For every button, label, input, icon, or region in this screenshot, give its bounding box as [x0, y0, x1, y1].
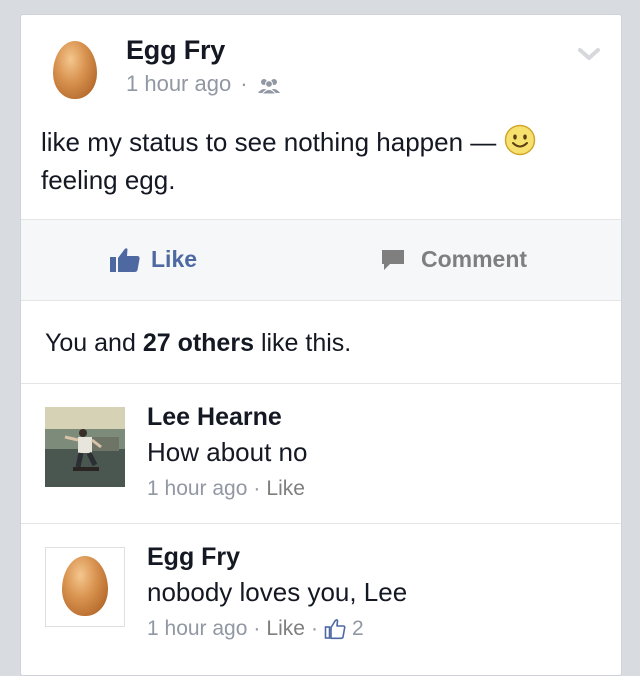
comment-timestamp[interactable]: 1 hour ago: [147, 617, 247, 641]
post-actions-bar: Like Comment: [21, 219, 621, 301]
likes-summary-suffix: like this.: [260, 329, 352, 357]
comment-button[interactable]: Comment: [381, 246, 527, 273]
feeling-text: feeling egg.: [41, 165, 176, 195]
thumbs-up-icon: [110, 247, 140, 272]
like-button[interactable]: Like: [109, 246, 197, 273]
comment-text: nobody loves you, Lee: [147, 577, 408, 607]
comment-bubble-icon: [382, 249, 404, 270]
post-author-name[interactable]: Egg Fry: [126, 35, 225, 66]
comment-author[interactable]: Egg Fry: [147, 543, 240, 572]
author-avatar[interactable]: [53, 41, 97, 99]
meta-separator: ·: [253, 477, 261, 500]
post-meta: 1 hour ago ·: [126, 71, 281, 97]
likes-summary[interactable]: You and 27 others like this.: [45, 329, 351, 358]
meta-separator: ·: [310, 617, 318, 640]
egg-avatar-image: [62, 556, 108, 616]
comment-item: Lee Hearne How about no 1 hour ago · Lik…: [21, 383, 621, 523]
comment-author[interactable]: Lee Hearne: [147, 403, 282, 432]
comment-likes-count[interactable]: 2: [324, 617, 364, 641]
comment-text: How about no: [147, 437, 308, 467]
likes-summary-prefix: You and: [45, 329, 136, 357]
comment-meta: 1 hour ago · Like: [147, 477, 305, 501]
comment-meta: 1 hour ago · Like · 2: [147, 617, 364, 641]
thumbs-up-outline-icon: [324, 619, 346, 640]
comment-timestamp[interactable]: 1 hour ago: [147, 477, 247, 501]
post-card: Egg Fry 1 hour ago · like my status to s…: [20, 14, 622, 676]
meta-separator: ·: [253, 617, 261, 640]
smiley-emoji-icon: [504, 124, 536, 156]
comment-item: Egg Fry nobody loves you, Lee 1 hour ago…: [21, 523, 621, 663]
comment-likes-number: 2: [351, 617, 364, 640]
skateboarder-photo: [45, 407, 125, 487]
post-header: Egg Fry 1 hour ago ·: [21, 15, 621, 115]
status-text: like my status to see nothing happen —: [41, 127, 497, 157]
like-button-label: Like: [151, 246, 198, 272]
commenter-avatar[interactable]: [45, 547, 125, 627]
post-status: like my status to see nothing happen — f…: [41, 123, 601, 199]
post-timestamp[interactable]: 1 hour ago: [126, 71, 231, 97]
comment-like-link[interactable]: Like: [266, 477, 305, 501]
friends-icon[interactable]: [257, 75, 281, 95]
meta-separator: ·: [240, 71, 248, 96]
likes-summary-count[interactable]: 27 others: [143, 329, 254, 357]
comment-button-label: Comment: [421, 246, 528, 272]
comment-like-link[interactable]: Like: [266, 617, 305, 641]
commenter-avatar[interactable]: [45, 407, 125, 487]
chevron-down-icon[interactable]: [577, 45, 601, 63]
